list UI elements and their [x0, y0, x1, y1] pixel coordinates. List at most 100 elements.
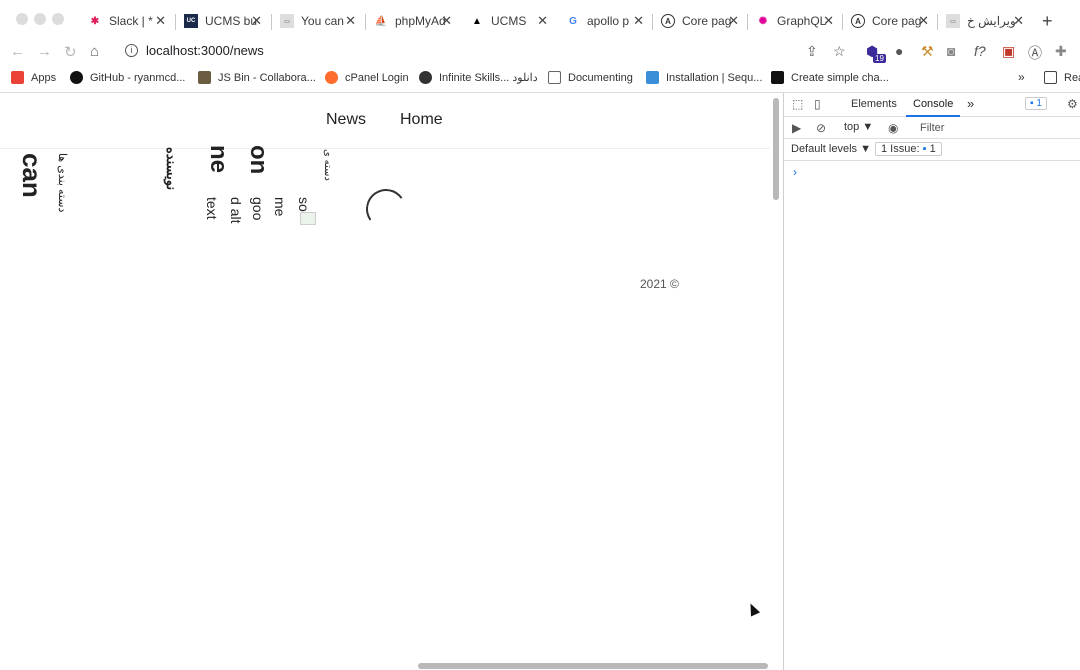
close-icon[interactable]: ✕ — [155, 13, 166, 29]
bookmark-infinite-skills[interactable]: Infinite Skills... دانلود — [419, 71, 538, 84]
tab-strip: ✱ Slack | * ✕ UC UCMS bu ✕ ▭ You can ✕ ⛵… — [0, 0, 1080, 40]
tab-you-can[interactable]: ▭ You can ✕ — [272, 9, 362, 33]
tab-ucms-build[interactable]: UC UCMS bu ✕ — [176, 9, 268, 33]
clear-console-icon[interactable]: ⊘ — [816, 121, 826, 135]
settings-gear-icon[interactable]: ⚙ — [1067, 97, 1078, 111]
close-icon[interactable]: ✕ — [1013, 13, 1024, 29]
bookmark-github[interactable]: GitHub - ryanmcd... — [70, 71, 185, 84]
globe-icon — [419, 71, 432, 84]
bookmark-label: JS Bin - Collabora... — [218, 71, 316, 84]
tab-apollo-search[interactable]: G apollo p ✕ — [558, 9, 650, 33]
hammer-icon[interactable]: ⚒ — [921, 43, 934, 60]
back-icon[interactable]: ← — [10, 43, 25, 60]
red-extension-icon[interactable]: ▣ — [1002, 43, 1015, 60]
horizontal-scrollbar[interactable] — [418, 663, 768, 669]
tab-graphql[interactable]: ✺ GraphQL ✕ — [748, 9, 840, 33]
tab-edit-persian[interactable]: ▭ ویرایش خ ✕ — [938, 9, 1030, 33]
message-count-badge[interactable]: ▪ 1 — [1025, 97, 1047, 110]
more-tabs-icon[interactable]: » — [967, 96, 974, 111]
close-window-button[interactable] — [16, 13, 28, 25]
broken-text-text: text — [204, 197, 220, 220]
reload-icon[interactable]: ↻ — [64, 43, 77, 61]
lock-extension-icon[interactable]: ● — [895, 43, 903, 59]
nav-home-link[interactable]: Home — [400, 111, 443, 129]
close-icon[interactable]: ✕ — [633, 13, 644, 29]
bookmark-label: Documenting — [568, 71, 633, 84]
mouse-cursor-icon — [745, 601, 761, 617]
issues-count: 1 — [929, 143, 936, 155]
puzzle-icon[interactable]: ✚ — [1055, 43, 1067, 60]
tab-title: GraphQL — [777, 14, 827, 28]
tab-phpmyadmin[interactable]: ⛵ phpMyAd ✕ — [366, 9, 458, 33]
bookmark-sequelize[interactable]: Installation | Sequ... — [646, 71, 762, 84]
devtools-tab-bar: ⬚ ▯ Elements Console » ▪ 1 ⚙ — [784, 93, 1080, 117]
bookmark-apps[interactable]: Apps — [11, 71, 56, 84]
tab-slack[interactable]: ✱ Slack | * ✕ — [80, 9, 172, 33]
share-icon[interactable]: ⇪ — [806, 43, 818, 60]
bookmark-label: Infinite Skills... دانلود — [439, 72, 538, 84]
filter-input[interactable]: Filter — [920, 122, 944, 134]
tab-elements[interactable]: Elements — [851, 98, 897, 110]
browser-toolbar: ← → ↻ ⌂ i localhost:3000/news ⇪ ☆ ⬢ 19 ●… — [0, 40, 1080, 66]
home-icon[interactable]: ⌂ — [90, 43, 99, 60]
forward-icon[interactable]: → — [37, 43, 52, 60]
function-icon[interactable]: f? — [974, 43, 986, 59]
bookmark-documenting[interactable]: Documenting — [548, 71, 633, 84]
more-bookmarks-icon[interactable]: » — [1018, 70, 1025, 84]
bookmark-label: Create simple cha... — [791, 71, 889, 84]
loading-spinner — [362, 185, 410, 233]
minimize-window-button[interactable] — [34, 13, 46, 25]
broken-text-me: me — [272, 197, 288, 217]
vertical-scrollbar[interactable] — [773, 98, 779, 200]
device-toolbar-icon[interactable]: ▯ — [814, 97, 821, 111]
apollo-icon: A — [851, 14, 865, 28]
apps-icon — [11, 71, 24, 84]
slack-icon: ✱ — [90, 15, 100, 27]
bookmark-reading-list[interactable]: Rea — [1044, 71, 1080, 84]
close-icon[interactable]: ✕ — [251, 13, 262, 29]
tab-title: UCMS — [491, 14, 527, 28]
tab-ucms-active[interactable]: ▲ UCMS ✕ — [462, 9, 554, 33]
close-icon[interactable]: ✕ — [537, 13, 548, 29]
bookmark-star-icon[interactable]: ☆ — [833, 43, 846, 60]
page-viewport: News Home can دسته بندی ها نویسنده ne te… — [0, 93, 783, 670]
close-icon[interactable]: ✕ — [918, 13, 929, 29]
maximize-window-button[interactable] — [52, 13, 64, 25]
ucms-icon: ▭ — [946, 14, 960, 28]
tab-core-pages-2[interactable]: A Core pag ✕ — [843, 9, 935, 33]
ucms-icon: UC — [184, 14, 198, 28]
jsbin-icon — [198, 71, 211, 84]
tab-console[interactable]: Console — [913, 98, 953, 110]
broken-text-so: so — [296, 197, 312, 212]
log-levels-dropdown[interactable]: Default levels ▼ — [791, 143, 871, 155]
devtools-panel: ⬚ ▯ Elements Console » ▪ 1 ⚙ ▶ ⊘ top ▼ ◉… — [783, 93, 1080, 670]
sidebar-toggle-icon[interactable]: ▶ — [792, 121, 801, 135]
console-prompt[interactable]: › — [793, 165, 797, 179]
bookmark-jsbin[interactable]: JS Bin - Collabora... — [198, 71, 316, 84]
bookmark-label: Installation | Sequ... — [666, 71, 763, 84]
bookmark-cpanel[interactable]: cPanel Login — [325, 71, 409, 84]
broken-text-goo: goo — [250, 197, 266, 221]
bookmark-create-chart[interactable]: Create simple cha... — [771, 71, 889, 84]
address-bar[interactable]: localhost:3000/news — [146, 43, 264, 58]
close-icon[interactable]: ✕ — [728, 13, 739, 29]
broken-text-can: can — [17, 153, 47, 198]
nav-news-link[interactable]: News — [326, 111, 366, 129]
bookmarks-bar: Apps GitHub - ryanmcd... JS Bin - Collab… — [0, 68, 1080, 90]
close-icon[interactable]: ✕ — [345, 13, 356, 29]
apollo-extension-icon[interactable]: Ⓐ — [1028, 43, 1042, 63]
context-select[interactable]: top ▼ — [844, 121, 873, 133]
new-tab-button[interactable]: + — [1042, 11, 1053, 32]
info-icon[interactable]: i — [125, 44, 138, 57]
issues-label: 1 Issue: — [881, 143, 920, 155]
page-icon: ▭ — [280, 14, 294, 28]
sequelize-icon — [646, 71, 659, 84]
issues-button[interactable]: 1 Issue: ▪ 1 — [875, 142, 942, 156]
eye-icon[interactable]: ◉ — [888, 121, 898, 135]
close-icon[interactable]: ✕ — [441, 13, 452, 29]
inspect-element-icon[interactable]: ⬚ — [792, 97, 803, 111]
tab-core-pages-1[interactable]: A Core pag ✕ — [653, 9, 745, 33]
apollo-icon: A — [661, 14, 675, 28]
close-icon[interactable]: ✕ — [823, 13, 834, 29]
camera-icon[interactable]: ◙ — [947, 43, 955, 59]
